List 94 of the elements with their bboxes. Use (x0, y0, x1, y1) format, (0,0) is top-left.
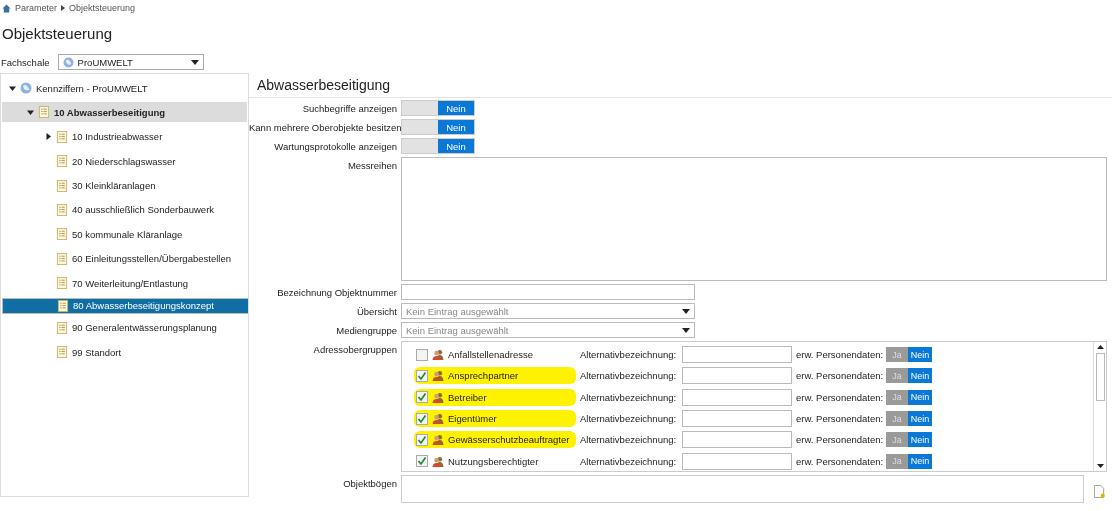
field-label: Alternativbezeichnung: (580, 455, 678, 467)
tree-item[interactable]: Kennziffern - ProUMWELT (2, 78, 247, 98)
people-icon (432, 455, 444, 467)
people-icon (432, 391, 444, 403)
caret-icon (682, 327, 690, 333)
document-icon (56, 179, 68, 192)
field-label: Alternativbezeichnung: (580, 413, 678, 425)
tree-item[interactable]: 70 Weiterleitung/Entlastung (2, 273, 247, 294)
dropdown[interactable]: Kein Eintrag ausgewählt (401, 322, 695, 338)
checkbox[interactable] (416, 369, 428, 382)
toggle-switch[interactable]: Nein (401, 138, 475, 154)
expanded-arrow-icon[interactable] (8, 84, 16, 92)
group-name: Nutzungsberechtigter (448, 455, 539, 467)
people-icon (432, 434, 444, 446)
tree-item[interactable]: 10 Industrieabwasser (2, 126, 247, 147)
tree-item[interactable]: 50 kommunale Kläranlage (2, 224, 247, 245)
field-label: Messreihen (346, 159, 397, 171)
checkbox[interactable] (416, 455, 428, 468)
scroll-down-icon[interactable] (1096, 464, 1104, 468)
document-icon (56, 252, 68, 265)
field-label: erw. Personendaten: (796, 413, 882, 425)
expanded-arrow-icon[interactable] (26, 108, 34, 116)
field-label: erw. Personendaten: (796, 349, 882, 361)
tree-item[interactable]: 90 Generalentwässerungsplanung (2, 317, 247, 338)
toggle-switch[interactable]: Nein (401, 119, 475, 135)
document-icon (56, 228, 68, 241)
checkbox[interactable] (416, 348, 428, 361)
tree-item[interactable]: 10 Abwasserbeseitigung (2, 102, 247, 123)
objektboegen-list[interactable] (401, 475, 1084, 503)
home-icon[interactable] (2, 3, 11, 13)
page-title: Objektsteuerung (2, 25, 114, 44)
people-icon (432, 349, 444, 361)
breadcrumb-link[interactable]: Parameter (15, 3, 58, 13)
document-icon (56, 130, 68, 143)
field-label: Fachschale (1, 56, 50, 68)
caret-icon (190, 59, 199, 65)
field-label: erw. Personendaten: (796, 391, 882, 403)
field-label: Suchbegriffe anzeigen (301, 102, 397, 114)
field-label: erw. Personendaten: (796, 370, 882, 382)
input-field[interactable] (682, 431, 792, 449)
tree-item[interactable]: 40 ausschließlich Sonderbauwerk (2, 199, 247, 220)
field-label: erw. Personendaten: (796, 434, 882, 446)
input-field[interactable] (682, 367, 792, 385)
field-label: Alternativbezeichnung: (580, 391, 678, 403)
input-field[interactable] (682, 388, 792, 406)
field-label: erw. Personendaten: (796, 455, 882, 467)
field-label: Mediengruppe (335, 324, 397, 336)
breadcrumb-link[interactable]: Objektsteuerung (69, 3, 136, 13)
checkbox[interactable] (416, 391, 428, 404)
tree-item[interactable]: 20 Niederschlagswasser (2, 151, 247, 172)
tree-item[interactable]: 80 Abwasserbeseitigungskonzept (2, 297, 248, 314)
chevron-icon (61, 5, 66, 11)
group-name: Gewässerschutzbeauftragter (448, 434, 570, 446)
document-icon (57, 299, 69, 312)
document-icon (38, 106, 50, 119)
field-label: Adressobergruppen (312, 343, 397, 355)
field-label: Objektbögen (342, 477, 397, 489)
document-icon (56, 346, 68, 359)
group-name: Anfallstellenadresse (448, 349, 534, 361)
tree-item[interactable]: 30 Kleinkläranlagen (2, 175, 247, 196)
checkbox[interactable] (416, 412, 428, 425)
collapsed-arrow-icon[interactable] (44, 133, 52, 141)
new-document-icon[interactable] (1094, 485, 1105, 498)
people-icon (432, 370, 444, 382)
globe-icon (62, 56, 74, 68)
checkbox[interactable] (416, 433, 428, 446)
field-label: Wartungsprotokolle anzeigen (273, 140, 397, 152)
scroll-up-icon[interactable] (1096, 345, 1104, 349)
globe-icon (20, 82, 32, 94)
tree-item[interactable]: 60 Einleitungsstellen/Übergabestellen (2, 248, 247, 269)
dropdown[interactable]: Kein Eintrag ausgewählt (401, 303, 695, 319)
tree-item[interactable]: 99 Standort (2, 342, 247, 363)
document-icon (56, 277, 68, 290)
group-name: Ansprechpartner (448, 370, 519, 382)
toggle-switch[interactable]: Nein (401, 100, 475, 116)
group-name: Betreiber (448, 391, 487, 403)
input-field[interactable] (401, 284, 695, 300)
section-title: Abwasserbeseitigung (249, 73, 1112, 98)
fachschale-dropdown[interactable]: ProUMWELT (57, 54, 204, 70)
field-label: Alternativbezeichnung: (580, 434, 678, 446)
field-label: Bezeichnung Objektnummer (276, 286, 397, 298)
scrollbar[interactable] (1093, 342, 1106, 471)
field-label: Alternativbezeichnung: (580, 349, 678, 361)
people-icon (432, 413, 444, 425)
caret-icon (682, 308, 690, 314)
document-icon (56, 203, 68, 216)
input-field[interactable] (682, 346, 792, 364)
document-icon (56, 321, 68, 334)
document-icon (56, 155, 68, 168)
field-label: Übersicht (355, 305, 397, 317)
group-name: Eigentümer (448, 413, 497, 425)
input-field[interactable] (682, 410, 792, 428)
field-label: Alternativbezeichnung: (580, 370, 678, 382)
input-field[interactable] (682, 452, 792, 470)
